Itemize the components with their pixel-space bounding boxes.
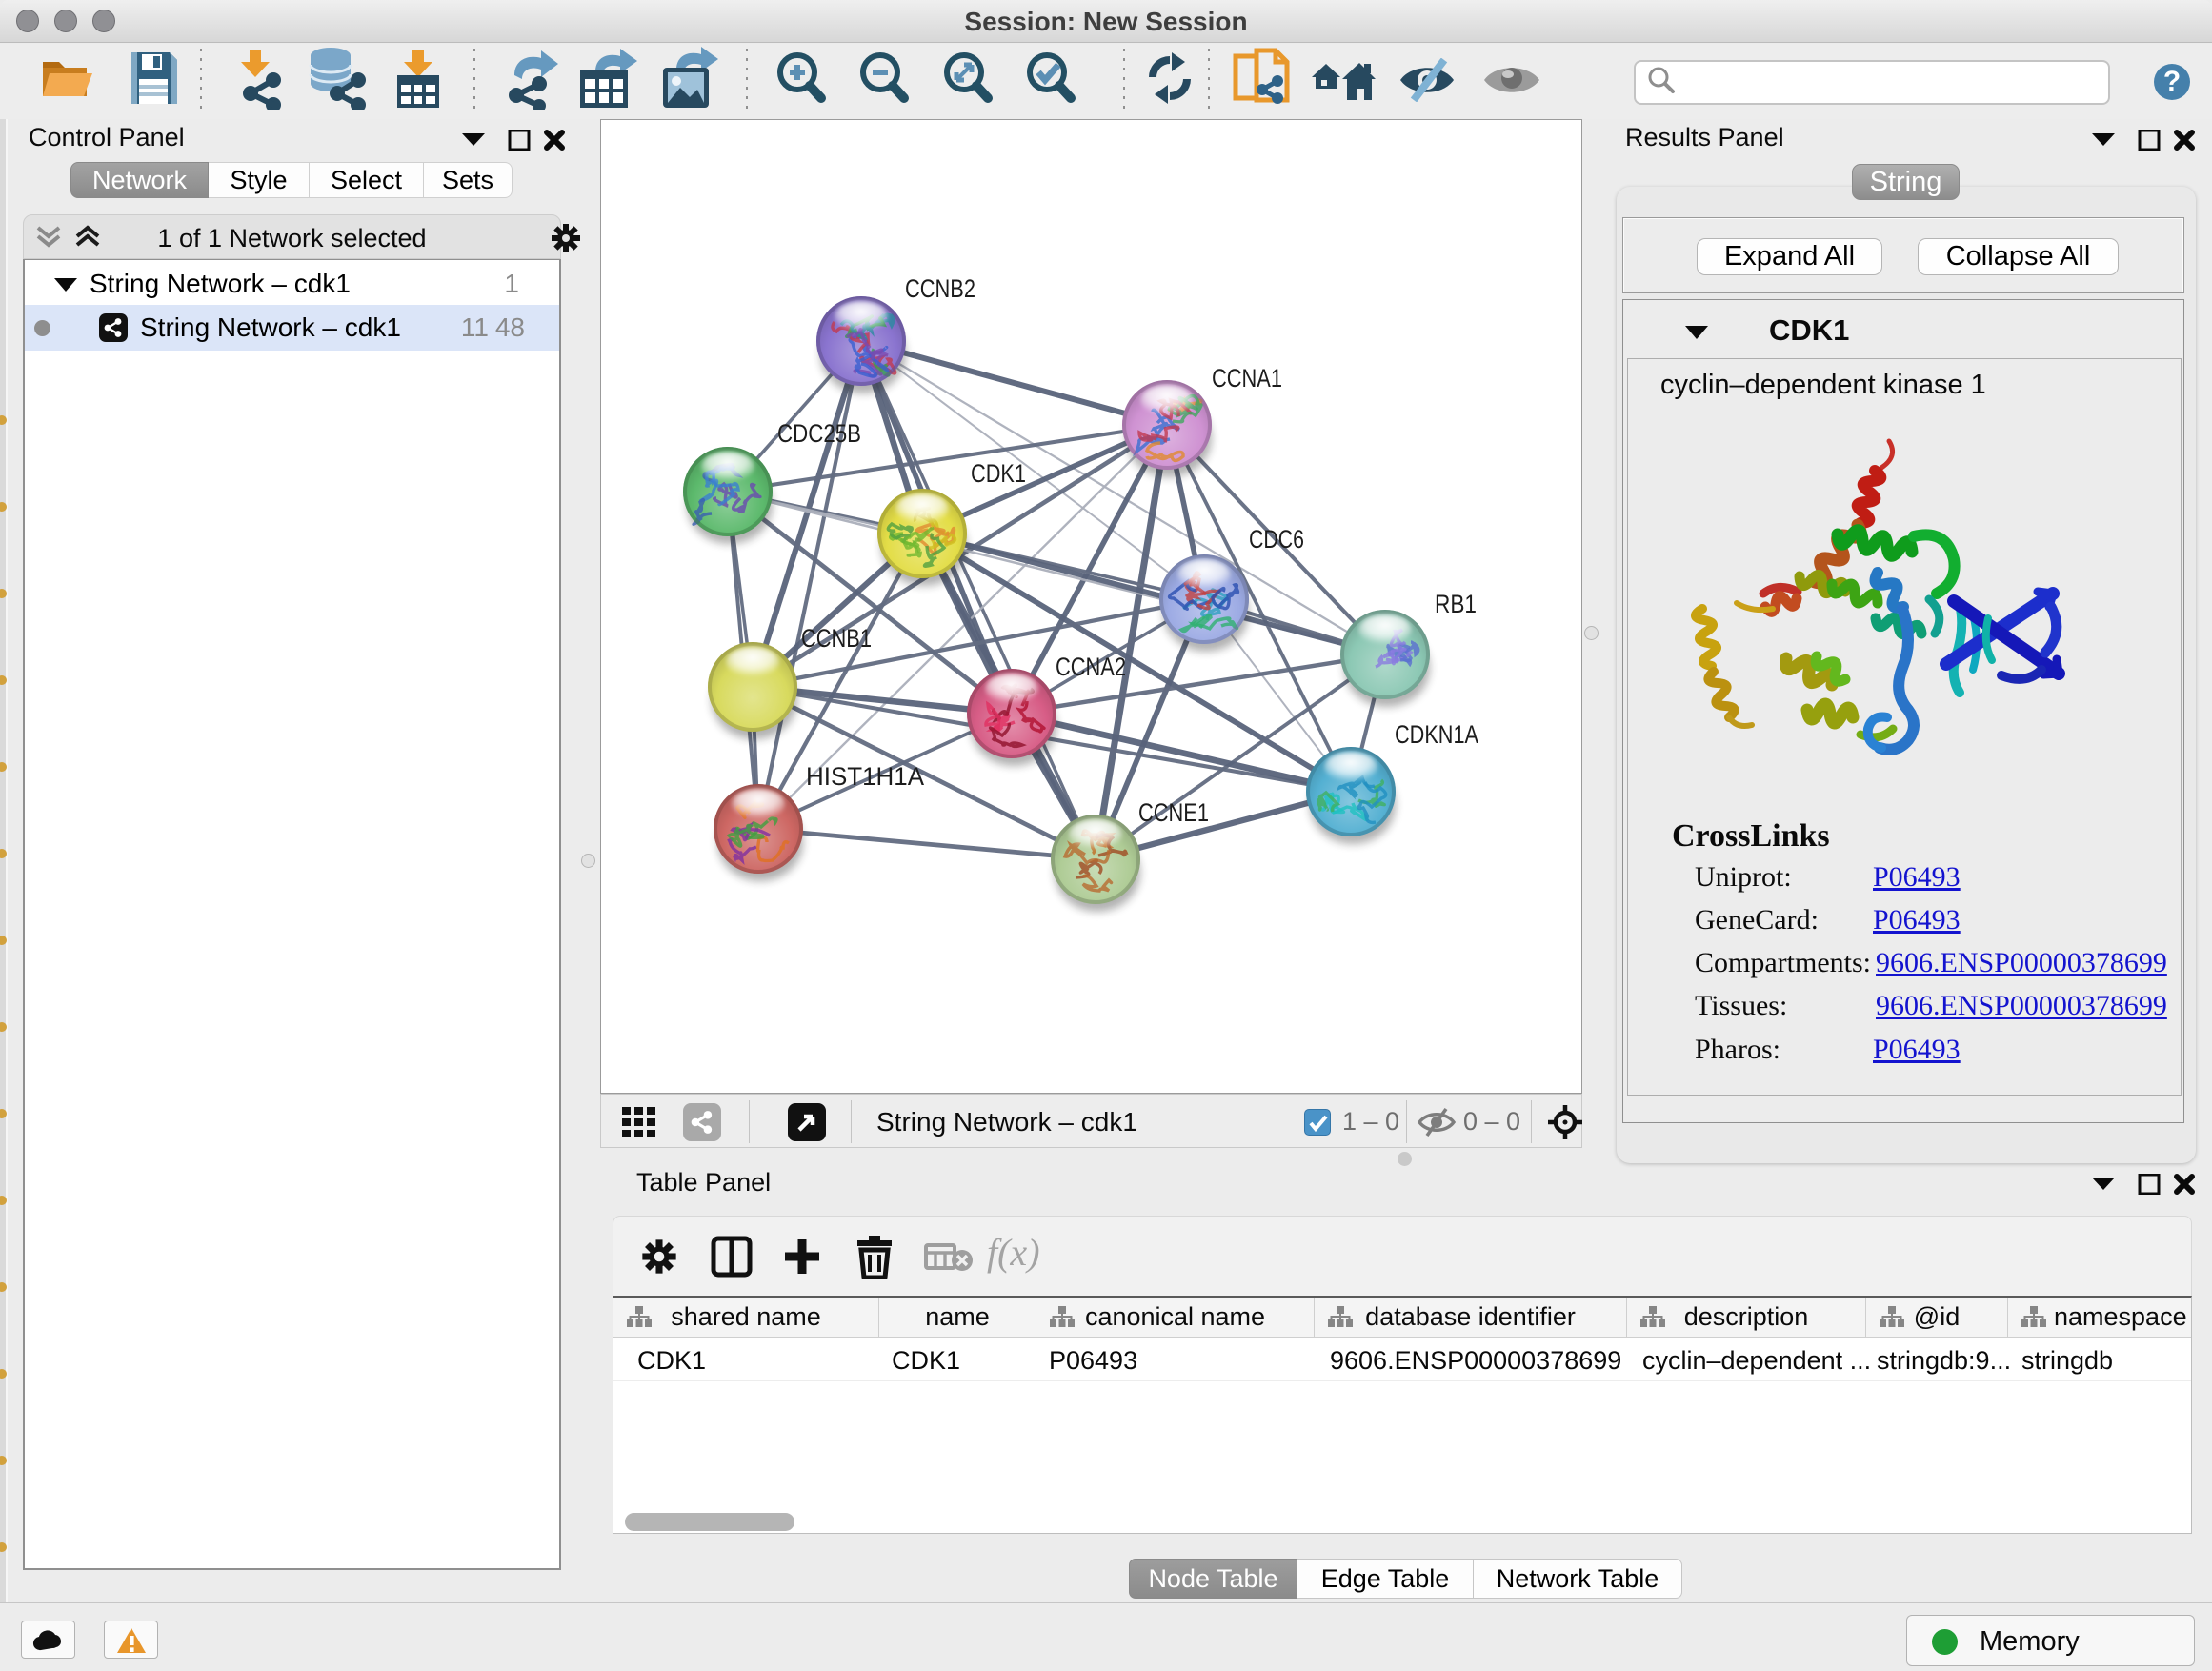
svg-text:CCNB1: CCNB1	[801, 624, 872, 653]
svg-text:CCNA1: CCNA1	[1212, 364, 1282, 393]
svg-text:CCNA2: CCNA2	[1056, 653, 1126, 681]
svg-text:CDK1: CDK1	[971, 459, 1026, 488]
svg-text:HIST1H1A: HIST1H1A	[806, 762, 924, 791]
svg-text:CDC6: CDC6	[1249, 525, 1304, 554]
svg-text:RB1: RB1	[1435, 590, 1477, 618]
svg-text:CCNE1: CCNE1	[1138, 798, 1209, 827]
svg-text:CDC25B: CDC25B	[777, 419, 861, 448]
svg-text:CDKN1A: CDKN1A	[1395, 720, 1478, 749]
svg-text:CCNB2: CCNB2	[905, 274, 975, 303]
